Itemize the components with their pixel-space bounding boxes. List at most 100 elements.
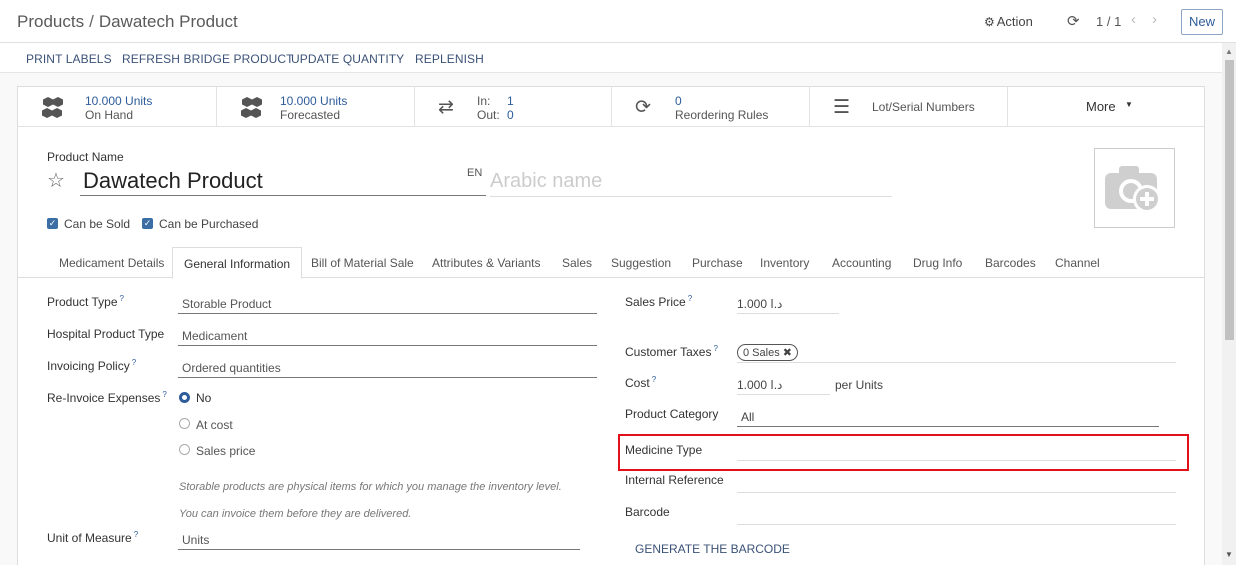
sales-price-input[interactable]: د.ا 1.000 — [737, 297, 782, 311]
help-icon[interactable]: ? — [120, 294, 124, 303]
help-icon[interactable]: ? — [134, 530, 138, 539]
reinvoice-sales-price-label: Sales price — [196, 444, 256, 458]
star-icon[interactable]: ☆ — [47, 168, 65, 193]
replenish-button[interactable]: REPLENISH — [415, 52, 484, 66]
more-button[interactable]: More ▼ — [1008, 87, 1204, 127]
barcode-input[interactable] — [737, 524, 1176, 525]
form-button-bar: PRINT LABELS REFRESH BRIDGE PRODUCT UPDA… — [0, 43, 1222, 73]
control-panel: Products / Dawatech Product ⚙ Action ⟳ 1 / … — [0, 0, 1236, 43]
tab-medicament-details[interactable]: Medicament Details — [59, 256, 164, 270]
cost-label: Cost? — [625, 375, 657, 390]
tab-barcodes[interactable]: Barcodes — [985, 256, 1036, 270]
chevron-right-icon[interactable]: › — [1152, 11, 1157, 28]
cost-input[interactable]: د.ا 1.000 — [737, 378, 782, 392]
gear-icon: ⚙ — [984, 15, 995, 29]
lot-serial-button[interactable]: ☰ Lot/Serial Numbers — [810, 87, 1008, 127]
tab-inventory[interactable]: Inventory — [760, 256, 809, 270]
camera-plus-icon — [1105, 166, 1161, 213]
cubes-icon — [41, 96, 67, 124]
caret-down-icon: ▼ — [1125, 100, 1133, 109]
in-label: In: — [477, 94, 491, 108]
can-be-sold-label: Can be Sold — [64, 217, 131, 231]
can-be-purchased-label: Can be Purchased — [159, 217, 259, 231]
sales-price-underline — [737, 313, 839, 314]
barcode-label: Barcode — [625, 505, 670, 519]
form-sheet: 10.000 Units On Hand 10.000 Units Foreca… — [17, 86, 1205, 565]
reordering-rules-button[interactable]: ⟳ 0 Reordering Rules — [612, 87, 810, 127]
tab-sales[interactable]: Sales — [562, 256, 592, 270]
exchange-icon: ⇄ — [438, 97, 454, 118]
product-image[interactable] — [1094, 148, 1175, 228]
help-icon[interactable]: ? — [132, 358, 136, 367]
forecasted-button[interactable]: 10.000 Units Forecasted — [217, 87, 415, 127]
internal-reference-label: Internal Reference — [625, 473, 724, 487]
hospital-product-type-select[interactable]: Medicament — [182, 329, 247, 343]
customer-tax-tag[interactable]: 0 Sales ✖ — [737, 344, 798, 361]
reordering-label: Reordering Rules — [675, 108, 769, 122]
scrollbar[interactable]: ▲ ▼ — [1222, 43, 1236, 565]
reinvoice-at-cost-radio[interactable] — [179, 418, 190, 429]
help-icon[interactable]: ? — [688, 294, 692, 303]
invoicing-policy-select[interactable]: Ordered quantities — [182, 361, 281, 375]
close-icon[interactable]: ✖ — [783, 347, 792, 359]
scrollbar-thumb[interactable] — [1225, 60, 1234, 340]
cubes-icon — [240, 96, 266, 124]
internal-reference-input[interactable] — [737, 492, 1176, 493]
product-name-input[interactable]: Dawatech Product — [83, 168, 263, 194]
action-menu-button[interactable]: ⚙ Action — [984, 14, 1033, 29]
print-labels-button[interactable]: PRINT LABELS — [26, 52, 112, 66]
unit-of-measure-underline — [178, 549, 580, 550]
customer-taxes-label: Customer Taxes? — [625, 344, 718, 359]
product-category-underline — [737, 426, 1159, 427]
tab-channel[interactable]: Channel — [1055, 256, 1100, 270]
tab-drug-info[interactable]: Drug Info — [913, 256, 962, 270]
help-icon[interactable]: ? — [713, 344, 717, 353]
product-category-select[interactable]: All — [741, 410, 754, 424]
update-quantity-button[interactable]: UPDATE QUANTITY — [291, 52, 404, 66]
can-be-sold-checkbox[interactable]: ✓ — [47, 218, 58, 229]
unit-of-measure-select[interactable]: Units — [182, 533, 209, 547]
on-hand-button[interactable]: 10.000 Units On Hand — [18, 87, 217, 127]
tab-purchase[interactable]: Purchase — [692, 256, 743, 270]
unit-of-measure-label: Unit of Measure? — [47, 530, 139, 545]
breadcrumb-parent[interactable]: Products — [17, 12, 84, 31]
generate-barcode-button[interactable]: GENERATE THE BARCODE — [635, 542, 790, 556]
tab-attributes-variants[interactable]: Attributes & Variants — [432, 256, 541, 270]
tab-accounting[interactable]: Accounting — [832, 256, 891, 270]
in-out-button[interactable]: ⇄ In: 1 Out: 0 — [415, 87, 612, 127]
chevron-left-icon[interactable]: ‹ — [1131, 11, 1136, 28]
tab-general-information[interactable]: General Information — [172, 247, 303, 279]
sales-price-label: Sales Price? — [625, 294, 693, 309]
reinvoice-sales-price-radio[interactable] — [179, 444, 190, 455]
on-hand-value: 10.000 Units — [85, 94, 153, 108]
pager-value[interactable]: 1 / 1 — [1096, 14, 1121, 29]
can-be-purchased-checkbox[interactable]: ✓ — [142, 218, 153, 229]
reinvoice-no-radio[interactable] — [179, 392, 190, 403]
scroll-up-icon[interactable]: ▲ — [1225, 47, 1233, 56]
hospital-product-type-underline — [178, 345, 597, 346]
arabic-name-input[interactable]: Arabic name — [490, 170, 602, 193]
product-type-help-2: You can invoice them before they are del… — [179, 508, 412, 520]
bars-icon: ☰ — [833, 97, 851, 118]
invoicing-policy-underline — [178, 377, 597, 378]
product-category-label: Product Category — [625, 407, 719, 421]
refresh-bridge-product-button[interactable]: REFRESH BRIDGE PRODUCT — [122, 52, 294, 66]
new-button[interactable]: New — [1181, 9, 1223, 35]
hospital-product-type-label: Hospital Product Type — [47, 327, 165, 341]
scroll-down-icon[interactable]: ▼ — [1225, 550, 1233, 559]
tab-suggestion[interactable]: Suggestion — [611, 256, 671, 270]
product-type-select[interactable]: Storable Product — [182, 297, 271, 311]
reinvoice-no-label: No — [196, 391, 212, 405]
help-icon[interactable]: ? — [652, 375, 656, 384]
out-value: 0 — [507, 108, 514, 122]
breadcrumb: Products / Dawatech Product — [17, 12, 238, 32]
help-icon[interactable]: ? — [162, 390, 166, 399]
cost-unit-label: per Units — [835, 378, 884, 392]
refresh-icon: ⟳ — [635, 97, 651, 118]
reordering-value: 0 — [675, 94, 682, 108]
refresh-icon[interactable]: ⟳ — [1067, 12, 1080, 30]
product-type-label: Product Type? — [47, 294, 124, 309]
tab-bill-of-material-sale[interactable]: Bill of Material Sale — [311, 256, 414, 270]
language-button[interactable]: EN — [467, 167, 482, 179]
on-hand-label: On Hand — [85, 108, 134, 122]
